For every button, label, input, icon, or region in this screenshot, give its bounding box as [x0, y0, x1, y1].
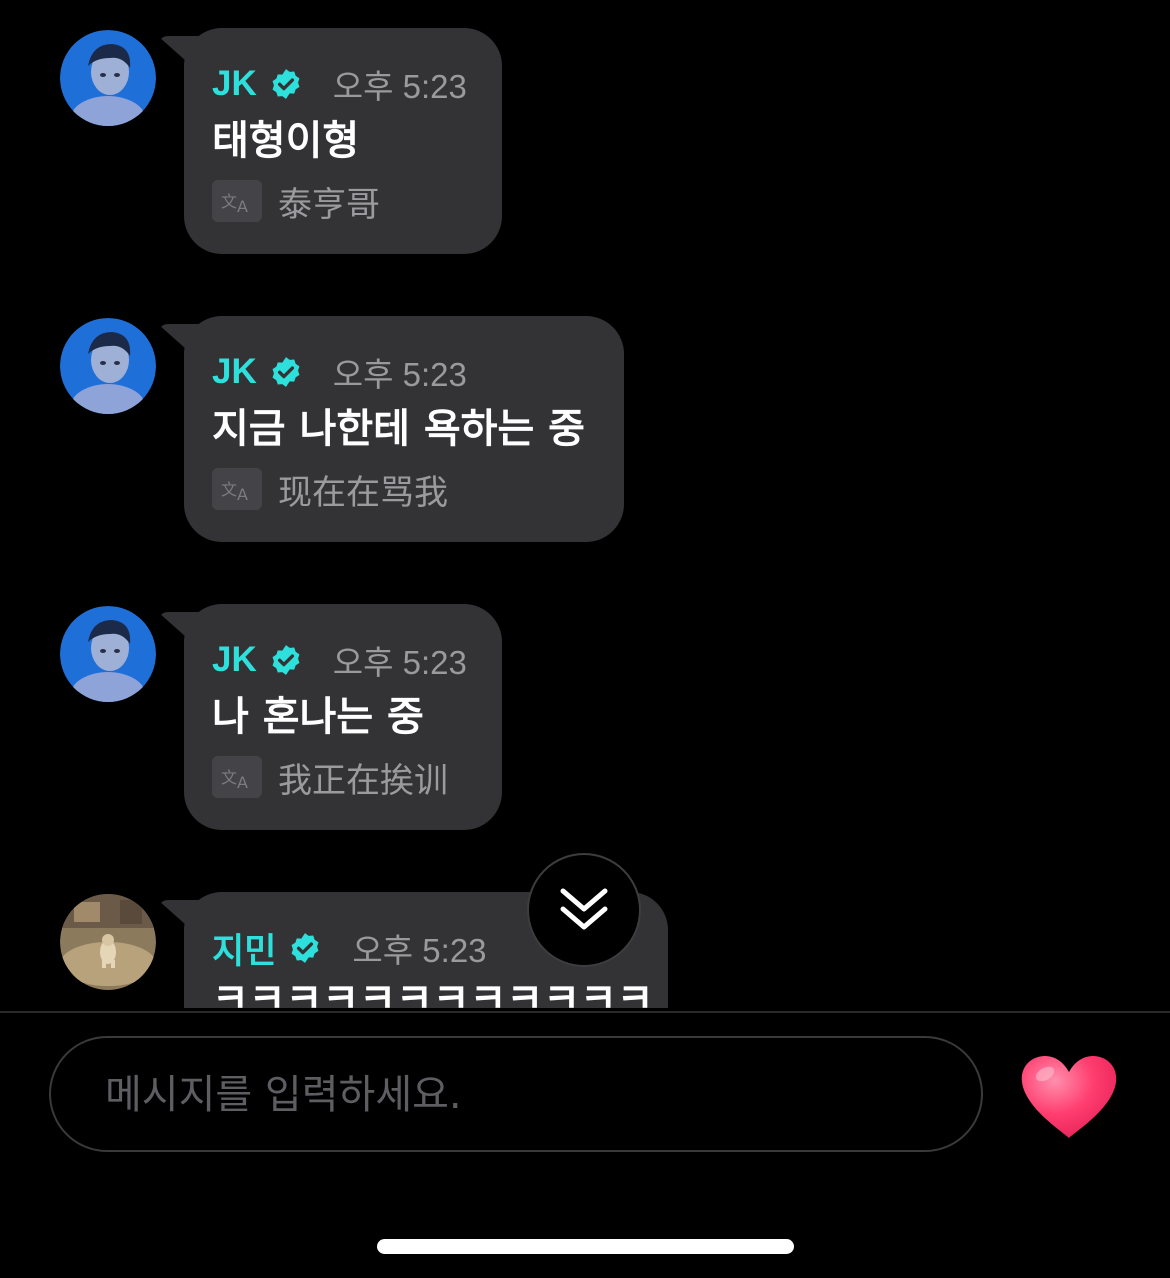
home-indicator: [377, 1239, 794, 1254]
verified-badge-icon: [272, 645, 300, 675]
message-text: 지금 나한테 욕하는 중: [212, 406, 585, 452]
svg-text:文: 文: [221, 192, 237, 211]
message-text: 태형이형: [212, 118, 360, 164]
avatar[interactable]: [60, 318, 156, 414]
message-text: ㅋㅋㅋㅋㅋㅋㅋㅋㅋㅋㅋㅋ: [212, 976, 654, 1008]
translate-icon: 文 A: [212, 468, 262, 510]
portrait-avatar-blue-icon: [60, 30, 156, 126]
svg-text:文: 文: [221, 480, 237, 499]
dog-photo-avatar-icon: [60, 894, 156, 990]
message-bubble[interactable]: JK 오후 5:23 태형이형 文 A 泰亨哥: [184, 28, 502, 254]
svg-text:文: 文: [221, 768, 237, 787]
svg-text:A: A: [237, 773, 248, 791]
avatar[interactable]: [60, 606, 156, 702]
message-time: 오후 5:23: [332, 644, 467, 681]
message-text: 나 혼나는 중: [212, 694, 424, 740]
avatar[interactable]: [60, 894, 156, 990]
translation-text: 现在在骂我: [278, 472, 448, 513]
verified-badge-icon: [272, 357, 300, 387]
message-input-container[interactable]: [49, 1036, 983, 1152]
svg-text:A: A: [237, 485, 248, 503]
composer-divider: [0, 1011, 1170, 1013]
translate-icon: 文 A: [212, 756, 262, 798]
message-bubble[interactable]: JK 오후 5:23 나 혼나는 중 文 A 我正在挨训: [184, 604, 502, 830]
translation-row: 文 A 我正在挨训: [212, 754, 448, 801]
heart-send-button[interactable]: [1019, 1054, 1119, 1140]
translation-row: 文 A 泰亨哥: [212, 178, 380, 225]
scroll-to-bottom-button[interactable]: [527, 853, 641, 967]
message-time: 오후 5:23: [332, 68, 467, 105]
portrait-avatar-blue-icon: [60, 318, 156, 414]
translation-text: 我正在挨训: [278, 760, 448, 801]
heart-icon: [1021, 1056, 1117, 1138]
sender-name[interactable]: JK: [212, 352, 257, 392]
sender-name[interactable]: JK: [212, 64, 257, 104]
sender-name[interactable]: JK: [212, 640, 257, 680]
message-input[interactable]: [103, 1038, 927, 1152]
verified-badge-icon: [272, 69, 300, 99]
message-time: 오후 5:23: [332, 356, 467, 393]
translation-row: 文 A 现在在骂我: [212, 466, 448, 513]
translation-text: 泰亨哥: [278, 184, 380, 225]
sender-name[interactable]: 지민: [212, 923, 276, 974]
double-chevron-down-icon: [560, 888, 608, 930]
chat-message-list[interactable]: JK 오후 5:23 태형이형 文 A 泰亨哥 JK 오후 5:23 지금 나한…: [0, 0, 1170, 1008]
verified-badge-icon: [291, 933, 319, 963]
message-time: 오후 5:23: [352, 932, 487, 969]
portrait-avatar-blue-icon: [60, 606, 156, 702]
svg-text:A: A: [237, 197, 248, 215]
message-bubble[interactable]: JK 오후 5:23 지금 나한테 욕하는 중 文 A 现在在骂我: [184, 316, 624, 542]
translate-icon: 文 A: [212, 180, 262, 222]
avatar[interactable]: [60, 30, 156, 126]
